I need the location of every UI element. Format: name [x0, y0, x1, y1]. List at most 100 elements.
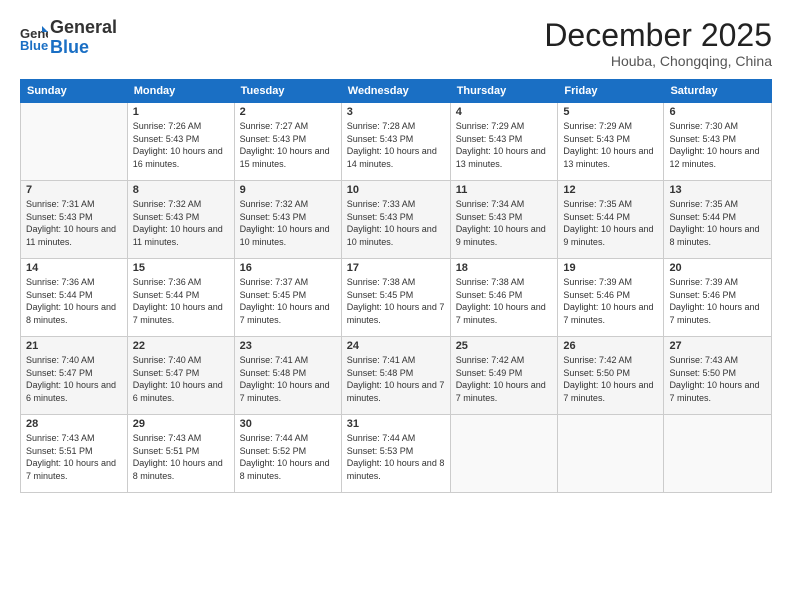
cell-info-20: Sunrise: 7:39 AM Sunset: 5:46 PM Dayligh… — [669, 276, 766, 326]
location: Houba, Chongqing, China — [544, 53, 772, 69]
cell-1-4: 11Sunrise: 7:34 AM Sunset: 5:43 PM Dayli… — [450, 181, 558, 259]
day-number-14: 14 — [26, 262, 122, 274]
cell-2-1: 15 Sunrise: 7:36 AM Sunset: 5:44 PM Dayli… — [127, 259, 234, 337]
cell-info-16: Sunrise: 7:37 AM Sunset: 5:45 PM Dayligh… — [240, 276, 336, 326]
day-number-2: 2 — [240, 106, 336, 118]
cell-info-14: Sunrise: 7:36 AM Sunset: 5:44 PM Dayligh… — [26, 276, 122, 326]
cell-info-24: Sunrise: 7:41 AM Sunset: 5:48 PM Dayligh… — [347, 354, 445, 404]
cell-1-2: 9 Sunrise: 7:32 AM Sunset: 5:43 PM Daylig… — [234, 181, 341, 259]
cell-info-31: Sunrise: 7:44 AM Sunset: 5:53 PM Dayligh… — [347, 432, 445, 482]
header-monday: Monday — [127, 80, 234, 103]
month-title: December 2025 — [544, 18, 772, 53]
cell-4-2: 30 Sunrise: 7:44 AM Sunset: 5:52 PM Dayli… — [234, 415, 341, 493]
day-number-3: 3 — [347, 106, 445, 118]
cell-3-6: 27Sunrise: 7:43 AM Sunset: 5:50 PM Dayli… — [664, 337, 772, 415]
day-number-23: 23 — [240, 340, 336, 352]
header-tuesday: Tuesday — [234, 80, 341, 103]
cell-3-3: 24 Sunrise: 7:41 AM Sunset: 5:48 PM Dayli… — [341, 337, 450, 415]
day-number-7: 7 — [26, 184, 122, 196]
cell-info-2: Sunrise: 7:27 AM Sunset: 5:43 PM Dayligh… — [240, 120, 336, 170]
day-number-25: 25 — [456, 340, 553, 352]
page: General Blue General Blue December 2025 … — [0, 0, 792, 612]
cell-4-1: 29 Sunrise: 7:43 AM Sunset: 5:51 PM Dayli… — [127, 415, 234, 493]
cell-0-0 — [21, 103, 128, 181]
cell-0-2: 2 Sunrise: 7:27 AM Sunset: 5:43 PM Daylig… — [234, 103, 341, 181]
week-row-3: 21Sunrise: 7:40 AM Sunset: 5:47 PM Dayli… — [21, 337, 772, 415]
cell-info-12: Sunrise: 7:35 AM Sunset: 5:44 PM Dayligh… — [563, 198, 658, 248]
cell-info-23: Sunrise: 7:41 AM Sunset: 5:48 PM Dayligh… — [240, 354, 336, 404]
cell-info-28: Sunrise: 7:43 AM Sunset: 5:51 PM Dayligh… — [26, 432, 122, 482]
cell-info-22: Sunrise: 7:40 AM Sunset: 5:47 PM Dayligh… — [133, 354, 229, 404]
cell-0-1: 1 Sunrise: 7:26 AM Sunset: 5:43 PM Daylig… — [127, 103, 234, 181]
day-number-30: 30 — [240, 418, 336, 430]
cell-info-18: Sunrise: 7:38 AM Sunset: 5:46 PM Dayligh… — [456, 276, 553, 326]
cell-info-21: Sunrise: 7:40 AM Sunset: 5:47 PM Dayligh… — [26, 354, 122, 404]
week-row-0: 1 Sunrise: 7:26 AM Sunset: 5:43 PM Daylig… — [21, 103, 772, 181]
calendar-header-row: Sunday Monday Tuesday Wednesday Thursday… — [21, 80, 772, 103]
week-row-2: 14 Sunrise: 7:36 AM Sunset: 5:44 PM Dayli… — [21, 259, 772, 337]
cell-0-5: 5Sunrise: 7:29 AM Sunset: 5:43 PM Daylig… — [558, 103, 664, 181]
day-number-6: 6 — [669, 106, 766, 118]
day-number-29: 29 — [133, 418, 229, 430]
day-number-20: 20 — [669, 262, 766, 274]
cell-1-0: 7 Sunrise: 7:31 AM Sunset: 5:43 PM Daylig… — [21, 181, 128, 259]
cell-info-7: Sunrise: 7:31 AM Sunset: 5:43 PM Dayligh… — [26, 198, 122, 248]
logo-blue-text: Blue — [50, 37, 89, 57]
cell-info-5: Sunrise: 7:29 AM Sunset: 5:43 PM Dayligh… — [563, 120, 658, 170]
cell-info-29: Sunrise: 7:43 AM Sunset: 5:51 PM Dayligh… — [133, 432, 229, 482]
cell-3-4: 25 Sunrise: 7:42 AM Sunset: 5:49 PM Dayli… — [450, 337, 558, 415]
cell-info-9: Sunrise: 7:32 AM Sunset: 5:43 PM Dayligh… — [240, 198, 336, 248]
calendar: Sunday Monday Tuesday Wednesday Thursday… — [20, 79, 772, 493]
cell-1-5: 12Sunrise: 7:35 AM Sunset: 5:44 PM Dayli… — [558, 181, 664, 259]
day-number-1: 1 — [133, 106, 229, 118]
cell-info-4: Sunrise: 7:29 AM Sunset: 5:43 PM Dayligh… — [456, 120, 553, 170]
header-saturday: Saturday — [664, 80, 772, 103]
day-number-8: 8 — [133, 184, 229, 196]
cell-info-1: Sunrise: 7:26 AM Sunset: 5:43 PM Dayligh… — [133, 120, 229, 170]
cell-3-2: 23 Sunrise: 7:41 AM Sunset: 5:48 PM Dayli… — [234, 337, 341, 415]
cell-info-15: Sunrise: 7:36 AM Sunset: 5:44 PM Dayligh… — [133, 276, 229, 326]
day-number-26: 26 — [563, 340, 658, 352]
cell-3-5: 26 Sunrise: 7:42 AM Sunset: 5:50 PM Dayli… — [558, 337, 664, 415]
logo-icon: General Blue — [20, 24, 48, 52]
cell-info-3: Sunrise: 7:28 AM Sunset: 5:43 PM Dayligh… — [347, 120, 445, 170]
cell-info-19: Sunrise: 7:39 AM Sunset: 5:46 PM Dayligh… — [563, 276, 658, 326]
cell-info-25: Sunrise: 7:42 AM Sunset: 5:49 PM Dayligh… — [456, 354, 553, 404]
cell-info-30: Sunrise: 7:44 AM Sunset: 5:52 PM Dayligh… — [240, 432, 336, 482]
cell-2-4: 18Sunrise: 7:38 AM Sunset: 5:46 PM Dayli… — [450, 259, 558, 337]
day-number-9: 9 — [240, 184, 336, 196]
day-number-15: 15 — [133, 262, 229, 274]
header: General Blue General Blue December 2025 … — [20, 18, 772, 69]
day-number-17: 17 — [347, 262, 445, 274]
day-number-4: 4 — [456, 106, 553, 118]
header-thursday: Thursday — [450, 80, 558, 103]
day-number-31: 31 — [347, 418, 445, 430]
cell-2-6: 20 Sunrise: 7:39 AM Sunset: 5:46 PM Dayli… — [664, 259, 772, 337]
header-wednesday: Wednesday — [341, 80, 450, 103]
cell-4-3: 31 Sunrise: 7:44 AM Sunset: 5:53 PM Dayli… — [341, 415, 450, 493]
day-number-28: 28 — [26, 418, 122, 430]
cell-info-17: Sunrise: 7:38 AM Sunset: 5:45 PM Dayligh… — [347, 276, 445, 326]
logo-general-text: General — [50, 17, 117, 37]
cell-4-4 — [450, 415, 558, 493]
day-number-13: 13 — [669, 184, 766, 196]
cell-info-26: Sunrise: 7:42 AM Sunset: 5:50 PM Dayligh… — [563, 354, 658, 404]
cell-4-0: 28 Sunrise: 7:43 AM Sunset: 5:51 PM Dayli… — [21, 415, 128, 493]
logo: General Blue General Blue — [20, 18, 117, 58]
title-block: December 2025 Houba, Chongqing, China — [544, 18, 772, 69]
cell-info-6: Sunrise: 7:30 AM Sunset: 5:43 PM Dayligh… — [669, 120, 766, 170]
day-number-24: 24 — [347, 340, 445, 352]
cell-1-3: 10Sunrise: 7:33 AM Sunset: 5:43 PM Dayli… — [341, 181, 450, 259]
day-number-16: 16 — [240, 262, 336, 274]
svg-text:Blue: Blue — [20, 38, 48, 52]
day-number-22: 22 — [133, 340, 229, 352]
cell-3-0: 21Sunrise: 7:40 AM Sunset: 5:47 PM Dayli… — [21, 337, 128, 415]
day-number-27: 27 — [669, 340, 766, 352]
cell-0-6: 6 Sunrise: 7:30 AM Sunset: 5:43 PM Daylig… — [664, 103, 772, 181]
header-friday: Friday — [558, 80, 664, 103]
cell-0-3: 3 Sunrise: 7:28 AM Sunset: 5:43 PM Daylig… — [341, 103, 450, 181]
cell-1-6: 13Sunrise: 7:35 AM Sunset: 5:44 PM Dayli… — [664, 181, 772, 259]
cell-2-5: 19Sunrise: 7:39 AM Sunset: 5:46 PM Dayli… — [558, 259, 664, 337]
header-sunday: Sunday — [21, 80, 128, 103]
week-row-1: 7 Sunrise: 7:31 AM Sunset: 5:43 PM Daylig… — [21, 181, 772, 259]
